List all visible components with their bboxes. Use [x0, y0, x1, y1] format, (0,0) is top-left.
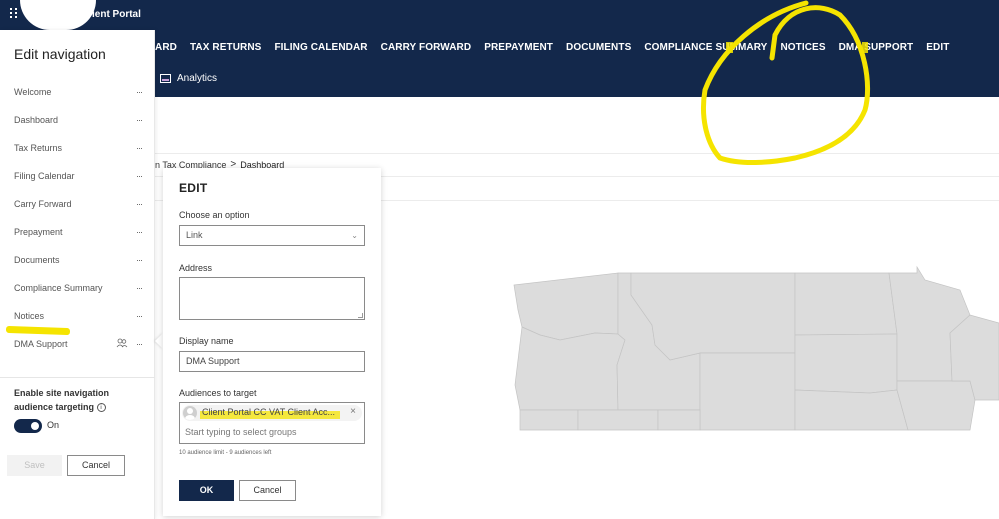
- audience-targeting-toggle[interactable]: [14, 419, 42, 433]
- more-options-icon[interactable]: ···: [136, 283, 143, 293]
- nav-item-label: Tax Returns: [14, 143, 63, 153]
- map-state-north-dakota: [794, 272, 898, 336]
- nav-item-label: DMA Support: [14, 339, 68, 349]
- map-state-wyoming: [699, 352, 796, 431]
- nav-item-label: Documents: [14, 255, 60, 265]
- map-state-iowa: [896, 380, 976, 431]
- nav-item-welcome[interactable]: Welcome ···: [0, 78, 155, 106]
- us-map: [513, 265, 999, 431]
- topnav-carry-forward[interactable]: CARRY FORWARD: [381, 42, 472, 53]
- choose-option-label: Choose an option: [179, 210, 250, 220]
- audience-chip-label: Client Portal CC VAT Client Acc...: [202, 407, 336, 417]
- map-state-utah: [657, 409, 701, 431]
- close-icon[interactable]: ×: [350, 406, 356, 417]
- audience-search-input[interactable]: Start typing to select groups: [185, 427, 297, 437]
- info-icon[interactable]: i: [96, 403, 106, 413]
- nav-items-list: Welcome ··· Dashboard ··· Tax Returns ··…: [0, 78, 155, 358]
- top-navigation: ARD TAX RETURNS FILING CALENDAR CARRY FO…: [155, 42, 962, 53]
- map-state-nebraska: [794, 389, 909, 431]
- divider: [155, 153, 999, 154]
- nav-item-label: Compliance Summary: [14, 283, 103, 293]
- app-launcher-icon[interactable]: [10, 8, 20, 20]
- nav-item-prepayment[interactable]: Prepayment ···: [0, 218, 155, 246]
- nav-item-carry-forward[interactable]: Carry Forward ···: [0, 190, 155, 218]
- topnav-compliance-summary[interactable]: COMPLIANCE SUMMARY: [644, 42, 767, 53]
- topnav-prepayment[interactable]: PREPAYMENT: [484, 42, 553, 53]
- resize-handle[interactable]: [358, 313, 363, 318]
- more-options-icon[interactable]: ···: [136, 227, 143, 237]
- more-options-icon[interactable]: ···: [136, 143, 143, 153]
- nav-item-filing-calendar[interactable]: Filing Calendar ···: [0, 162, 155, 190]
- topnav-edit[interactable]: EDIT: [926, 42, 949, 53]
- nav-item-label: Carry Forward: [14, 199, 72, 209]
- audience-chip[interactable]: Client Portal CC VAT Client Acc... ×: [182, 405, 362, 421]
- edit-navigation-panel: Edit navigation Welcome ··· Dashboard ··…: [0, 30, 155, 519]
- topnav-filing-calendar[interactable]: FILING CALENDAR: [274, 42, 367, 53]
- audience-picker[interactable]: Client Portal CC VAT Client Acc... × Sta…: [179, 402, 365, 444]
- map-state-idaho-south: [577, 409, 659, 431]
- nav-item-compliance-summary[interactable]: Compliance Summary ···: [0, 274, 155, 302]
- nav-item-tax-returns[interactable]: Tax Returns ···: [0, 134, 155, 162]
- nav-item-label: Welcome: [14, 87, 52, 97]
- topnav-notices[interactable]: NOTICES: [780, 42, 825, 53]
- map-state-washington: [513, 272, 619, 341]
- ok-button[interactable]: OK: [179, 480, 234, 501]
- map-state-oregon: [514, 326, 626, 411]
- display-name-label: Display name: [179, 336, 234, 346]
- divider: [0, 377, 155, 378]
- analytics-icon: [160, 74, 171, 83]
- audience-limit-text: 10 audience limit - 9 audiences left: [179, 450, 272, 456]
- map-state-south-dakota: [794, 333, 898, 394]
- group-avatar-icon: [183, 406, 197, 420]
- callout-beak: [155, 333, 163, 349]
- audience-targeting-text: Enable site navigation audience targetin…: [14, 388, 110, 412]
- nav-item-documents[interactable]: Documents ···: [0, 246, 155, 274]
- audience-targeting-label: Enable site navigation audience targetin…: [14, 386, 144, 414]
- site-logo: [20, 0, 96, 30]
- panel-title: Edit navigation: [14, 46, 106, 62]
- nav-item-dashboard[interactable]: Dashboard ···: [0, 106, 155, 134]
- more-options-icon[interactable]: ···: [136, 115, 143, 125]
- more-options-icon[interactable]: ···: [136, 87, 143, 97]
- address-label: Address: [179, 263, 213, 273]
- map-state-nevada: [519, 409, 579, 431]
- dialog-title: EDIT: [179, 181, 208, 195]
- subnav-analytics[interactable]: Analytics: [160, 73, 217, 84]
- nav-item-label: Notices: [14, 311, 45, 321]
- topnav-dashboard[interactable]: ARD: [155, 42, 177, 53]
- people-icon: [116, 338, 128, 351]
- display-name-input[interactable]: DMA Support: [179, 351, 365, 372]
- more-options-icon[interactable]: ···: [136, 171, 143, 181]
- page: ient Portal ARD TAX RETURNS FILING CALEN…: [0, 0, 999, 519]
- topnav-tax-returns[interactable]: TAX RETURNS: [190, 42, 261, 53]
- save-button[interactable]: Save: [7, 455, 62, 476]
- nav-item-label: Prepayment: [14, 227, 63, 237]
- dialog-cancel-button[interactable]: Cancel: [239, 480, 296, 501]
- toggle-state-label: On: [47, 420, 60, 430]
- dropdown-value: Link: [186, 230, 203, 240]
- choose-option-dropdown[interactable]: Link ⌄: [179, 225, 365, 246]
- nav-item-label: Filing Calendar: [14, 171, 75, 181]
- nav-item-dma-support[interactable]: DMA Support ···: [0, 330, 155, 358]
- more-options-icon[interactable]: ···: [136, 255, 143, 265]
- address-input[interactable]: [179, 277, 365, 320]
- nav-item-label: Dashboard: [14, 115, 59, 125]
- topnav-dma-support[interactable]: DMA SUPPORT: [839, 42, 914, 53]
- topnav-documents[interactable]: DOCUMENTS: [566, 42, 631, 53]
- subnav-analytics-label: Analytics: [177, 73, 218, 84]
- edit-link-callout: EDIT Choose an option Link ⌄ Address Dis…: [163, 168, 381, 516]
- chevron-down-icon: ⌄: [351, 231, 358, 240]
- cancel-button[interactable]: Cancel: [67, 455, 125, 476]
- site-title[interactable]: ient Portal: [92, 9, 141, 20]
- more-options-icon[interactable]: ···: [136, 311, 143, 321]
- more-options-icon[interactable]: ···: [136, 199, 143, 209]
- audiences-label: Audiences to target: [179, 388, 257, 398]
- more-options-icon[interactable]: ···: [136, 339, 143, 349]
